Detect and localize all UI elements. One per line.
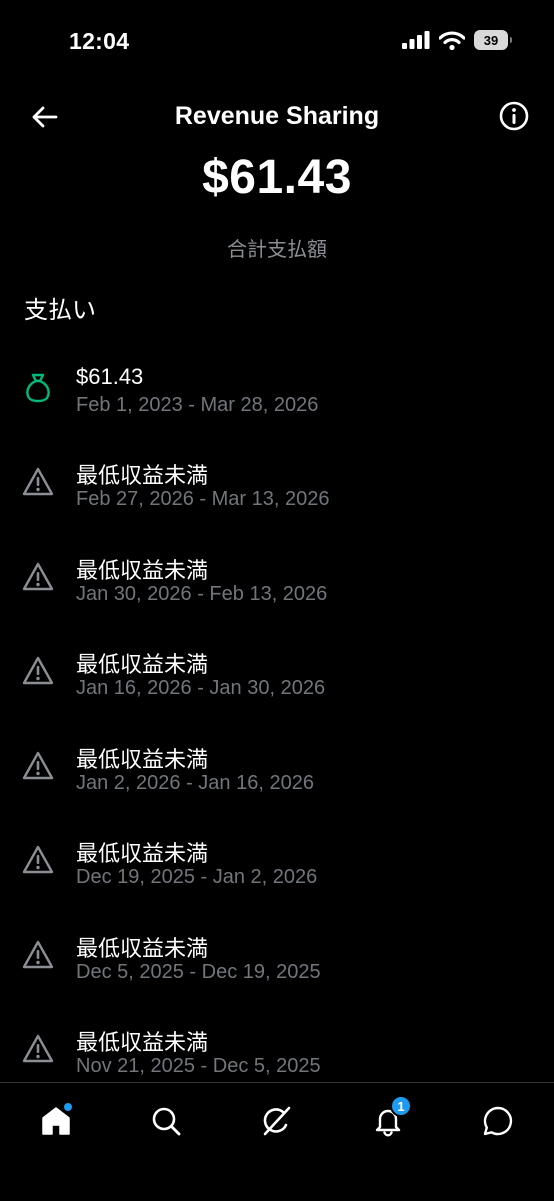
payment-period: Dec 5, 2025 - Dec 19, 2025 — [76, 961, 321, 983]
payment-title: 最低収益未満 — [76, 747, 209, 772]
header: Revenue Sharing — [0, 90, 554, 146]
total-label: 合計支払額 — [227, 239, 327, 261]
payment-period: Jan 30, 2026 - Feb 13, 2026 — [76, 583, 328, 605]
status-icons: 39 — [402, 30, 512, 50]
payment-period: Feb 1, 2023 - Mar 28, 2026 — [76, 394, 319, 416]
payment-title: 最低収益未満 — [76, 558, 209, 583]
battery-level: 39 — [483, 32, 499, 48]
section-title: 支払い — [24, 297, 96, 324]
payments-list[interactable]: $61.43 Feb 1, 2023 - Mar 28, 2026 最低収益未満… — [0, 346, 554, 1082]
info-button[interactable] — [498, 100, 530, 132]
warning-icon — [22, 1033, 54, 1065]
nav-grok[interactable] — [257, 1101, 297, 1141]
payment-item[interactable]: $61.43 Feb 1, 2023 - Mar 28, 2026 — [0, 346, 554, 426]
warning-icon — [22, 561, 54, 593]
battery-icon: 39 — [474, 30, 512, 50]
nav-home[interactable] — [36, 1101, 76, 1141]
payment-period: Dec 19, 2025 - Jan 2, 2026 — [76, 866, 318, 888]
payment-item[interactable]: 最低収益未満 Feb 27, 2026 - Mar 13, 2026 — [0, 440, 554, 520]
payment-period: Jan 16, 2026 - Jan 30, 2026 — [76, 677, 326, 699]
payment-item[interactable]: 最低収益未満 Jan 16, 2026 - Jan 30, 2026 — [0, 629, 554, 709]
payment-title: 最低収益未満 — [76, 841, 209, 866]
money-bag-icon — [22, 372, 54, 404]
info-icon — [498, 100, 530, 132]
notification-badge: 1 — [390, 1095, 412, 1117]
nav-messages[interactable] — [478, 1101, 518, 1141]
status-bar: 12:04 39 — [0, 0, 554, 84]
warning-icon — [22, 939, 54, 971]
payment-title: 最低収益未満 — [76, 936, 209, 961]
signal-icon — [402, 31, 430, 49]
total-amount: $61.43 — [202, 151, 352, 204]
messages-icon — [482, 1105, 514, 1137]
payment-item[interactable]: 最低収益未満 Jan 30, 2026 - Feb 13, 2026 — [0, 535, 554, 615]
search-icon — [150, 1105, 182, 1137]
payment-item[interactable]: 最低収益未満 Nov 21, 2025 - Dec 5, 2025 — [0, 1007, 554, 1082]
payment-title: 最低収益未満 — [76, 463, 209, 488]
warning-icon — [22, 655, 54, 687]
status-time: 12:04 — [69, 28, 130, 54]
payment-title: 最低収益未満 — [76, 652, 209, 677]
nav-notifications[interactable]: 1 — [368, 1095, 412, 1141]
wifi-icon — [439, 30, 465, 50]
payment-period: Jan 2, 2026 - Jan 16, 2026 — [76, 772, 314, 794]
payment-item[interactable]: 最低収益未満 Jan 2, 2026 - Jan 16, 2026 — [0, 724, 554, 804]
payment-period: Nov 21, 2025 - Dec 5, 2025 — [76, 1055, 321, 1077]
payment-period: Feb 27, 2026 - Mar 13, 2026 — [76, 488, 330, 510]
page-title: Revenue Sharing — [174, 102, 380, 130]
warning-icon — [22, 750, 54, 782]
payment-item[interactable]: 最低収益未満 Dec 19, 2025 - Jan 2, 2026 — [0, 818, 554, 898]
home-unread-dot — [64, 1103, 72, 1111]
grok-icon — [261, 1105, 293, 1137]
bottom-nav: 1 — [0, 1082, 554, 1201]
warning-icon — [22, 466, 54, 498]
payment-title: $61.43 — [76, 364, 144, 389]
payment-item[interactable]: 最低収益未満 Dec 5, 2025 - Dec 19, 2025 — [0, 913, 554, 993]
nav-search[interactable] — [146, 1101, 186, 1141]
payment-title: 最低収益未満 — [76, 1030, 209, 1055]
warning-icon — [22, 844, 54, 876]
